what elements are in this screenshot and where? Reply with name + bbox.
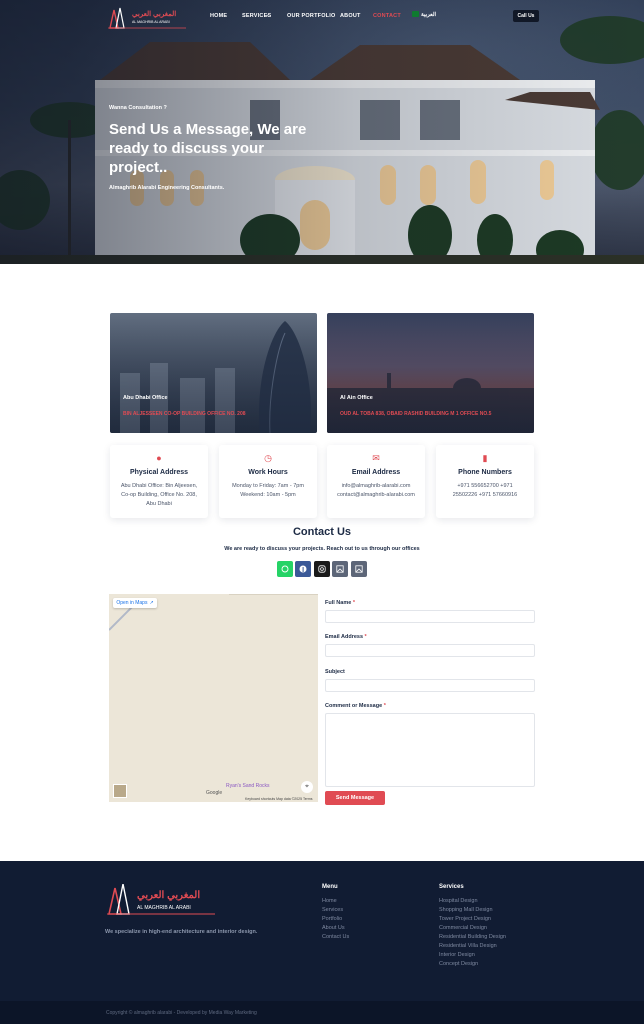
footer-bottom-bar: [0, 1001, 644, 1024]
map-attribution[interactable]: Keyboard shortcuts Map data ©2025 Terms: [245, 797, 313, 801]
office-address: OUD AL TOBA 838, OBAID RASHID BUILDING M…: [340, 411, 492, 417]
saudi-flag-icon[interactable]: [412, 11, 419, 17]
required-mark: *: [383, 703, 386, 709]
email-input[interactable]: [325, 644, 535, 657]
office-address: BIN ALJESSEEN CO-OP BUILDING OFFICE NO. …: [123, 411, 246, 417]
logo-arabic-text: المغربي العربي: [132, 11, 177, 18]
site-logo[interactable]: المغربي العربي AL MAGHRIB AL ARABI: [108, 6, 188, 30]
image-icon[interactable]: [332, 561, 348, 577]
info-card-title: Email Address: [351, 469, 401, 476]
google-map[interactable]: Open in Maps ↗ Ryan's Sand Rocks Google …: [109, 594, 318, 802]
clock-icon: ◷: [264, 453, 272, 463]
info-card-text: Abu Dhabi Office: Bin Aljeesen, Co-op Bu…: [120, 483, 198, 507]
info-card-work-hours: ◷ Work Hours Monday to Friday: 7am - 7pm…: [219, 445, 317, 518]
call-us-button[interactable]: Call Us: [513, 10, 539, 22]
comment-textarea[interactable]: [325, 713, 535, 787]
open-in-maps-label: Open in Maps: [116, 600, 148, 606]
footer-service-link[interactable]: Residential Building Design: [439, 934, 506, 940]
footer-link-about[interactable]: About Us: [322, 925, 345, 931]
info-card-title: Work Hours: [248, 469, 288, 476]
full-name-input[interactable]: [325, 610, 535, 623]
footer-service-link[interactable]: Concept Design: [439, 961, 478, 967]
full-name-label-text: Full Name: [325, 600, 352, 606]
services-chevron-down-icon[interactable]: ⌄: [265, 12, 269, 18]
footer-link-portfolio[interactable]: Portfolio: [322, 916, 342, 922]
info-card-email: ✉ Email Address info@almaghrib-alarabi.c…: [327, 445, 425, 518]
footer-logo-english: AL MAGHRIB AL ARABI: [137, 905, 191, 911]
google-logo: Google: [206, 790, 223, 796]
logo-english-text: AL MAGHRIB AL ARABI: [132, 20, 170, 24]
hero-eyebrow: Wanna Consultation ?: [109, 105, 167, 111]
info-card-phone: ▮ Phone Numbers +971 556652700 +971 2550…: [436, 445, 534, 518]
required-mark: *: [352, 600, 355, 606]
external-link-icon: ↗: [149, 600, 154, 606]
office-name: Al Ain Office: [340, 395, 373, 401]
footer-service-link[interactable]: Commercial Design: [439, 925, 487, 931]
info-card-physical-address: ● Physical Address Abu Dhabi Office: Bin…: [110, 445, 208, 518]
whatsapp-icon[interactable]: [277, 561, 293, 577]
footer-link-services[interactable]: Services: [322, 907, 343, 913]
hero-overlay: [0, 0, 644, 264]
copyright-text: Copyright © almaghrib alarabi - Develope…: [106, 1010, 257, 1016]
email-label: Email Address *: [325, 634, 367, 640]
footer-service-link[interactable]: Shopping Mall Design: [439, 907, 493, 913]
nav-portfolio[interactable]: OUR PORTFOLIO: [287, 13, 335, 19]
info-card-text: info@almaghrib-alarabi.com contact@almag…: [337, 483, 415, 498]
map-place-label[interactable]: Ryan's Sand Rocks: [226, 783, 269, 789]
office-name: Abu Dhabi Office: [123, 395, 168, 401]
top-navigation: المغربي العربي AL MAGHRIB AL ARABI HOME …: [0, 0, 644, 34]
comment-label-text: Comment or Message: [325, 703, 383, 709]
subject-input[interactable]: [325, 679, 535, 692]
facebook-icon[interactable]: [295, 561, 311, 577]
full-name-label: Full Name *: [325, 600, 355, 606]
footer-service-link[interactable]: Interior Design: [439, 952, 475, 958]
contact-title: Contact Us: [292, 526, 352, 538]
footer-services-heading: Services: [439, 884, 464, 890]
footer-logo-arabic: المغربي العربي: [137, 890, 201, 901]
footer-service-link[interactable]: Tower Project Design: [439, 916, 491, 922]
phone-icon: ▮: [482, 453, 488, 463]
info-card-text: +971 556652700 +971 25502226 +971 576609…: [452, 483, 518, 498]
footer-tagline: We specialize in high-end architecture a…: [105, 929, 258, 935]
map-layer-thumbnail[interactable]: [113, 784, 127, 798]
map-marker-icon: ●: [156, 453, 162, 463]
map-tiles[interactable]: [109, 594, 318, 802]
info-card-text: Monday to Friday: 7am - 7pm Weekend: 10a…: [232, 483, 304, 498]
info-card-title: Physical Address: [129, 469, 189, 476]
office-card-al-ain: Al Ain Office OUD AL TOBA 838, OBAID RAS…: [327, 313, 534, 433]
send-message-button[interactable]: Send Message: [325, 791, 385, 805]
subject-label: Subject: [325, 669, 345, 675]
language-switch[interactable]: العربية: [421, 12, 436, 18]
nav-contact[interactable]: CONTACT: [373, 13, 401, 19]
office-card-abu-dhabi: Abu Dhabi Office BIN ALJESSEEN CO-OP BUI…: [110, 313, 317, 433]
instagram-icon[interactable]: [314, 561, 330, 577]
required-mark: *: [364, 634, 367, 640]
contact-subtitle: We are ready to discuss your projects. R…: [224, 546, 420, 552]
hero-title: Send Us a Message, We are ready to discu…: [109, 121, 307, 176]
my-location-icon[interactable]: ⌖: [301, 781, 313, 793]
footer-service-link[interactable]: Residential Villa Design: [439, 943, 497, 949]
image-icon[interactable]: [351, 561, 367, 577]
footer-link-home[interactable]: Home: [322, 898, 337, 904]
email-label-text: Email Address: [325, 634, 364, 640]
comment-label: Comment or Message *: [325, 703, 386, 709]
footer-link-contact[interactable]: Contact Us: [322, 934, 349, 940]
envelope-icon: ✉: [372, 453, 380, 463]
nav-home[interactable]: HOME: [210, 13, 227, 19]
footer-logo[interactable]: المغربي العربي AL MAGHRIB AL ARABI: [107, 883, 217, 916]
nav-about[interactable]: ABOUT: [340, 13, 361, 19]
open-in-maps-link[interactable]: Open in Maps ↗: [113, 598, 157, 608]
info-card-title: Phone Numbers: [458, 469, 512, 476]
footer-menu-heading: Menu: [322, 884, 338, 890]
hero-subtitle: Almaghrib Alarabi Engineering Consultant…: [109, 185, 225, 191]
footer-service-link[interactable]: Hospital Design: [439, 898, 478, 904]
hero-section: المغربي العربي AL MAGHRIB AL ARABI HOME …: [0, 0, 644, 264]
